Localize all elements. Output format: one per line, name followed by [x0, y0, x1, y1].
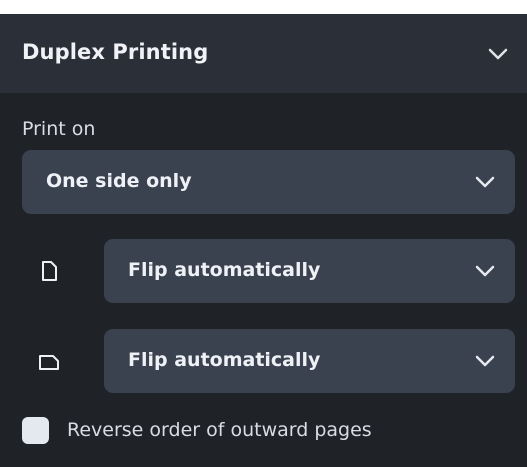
duplex-printing-panel: Duplex Printing Print on One side only F…: [0, 14, 527, 467]
print-on-value: One side only: [46, 170, 192, 192]
portrait-page-icon: [42, 261, 57, 281]
reverse-order-label[interactable]: Reverse order of outward pages: [67, 419, 372, 441]
landscape-page-icon: [39, 355, 59, 370]
landscape-flip-value: Flip automatically: [128, 349, 321, 371]
print-on-select[interactable]: One side only: [22, 150, 515, 214]
chevron-down-icon: [475, 265, 495, 277]
chevron-down-icon: [475, 176, 495, 188]
reverse-order-checkbox[interactable]: [22, 417, 49, 444]
chevron-down-icon[interactable]: [487, 47, 509, 61]
portrait-flip-select[interactable]: Flip automatically: [104, 239, 515, 303]
section-header[interactable]: Duplex Printing: [0, 14, 527, 93]
portrait-flip-value: Flip automatically: [128, 259, 321, 281]
chevron-down-icon: [475, 355, 495, 367]
section-title: Duplex Printing: [22, 40, 209, 64]
print-on-label: Print on: [22, 118, 96, 140]
landscape-flip-select[interactable]: Flip automatically: [104, 329, 515, 393]
